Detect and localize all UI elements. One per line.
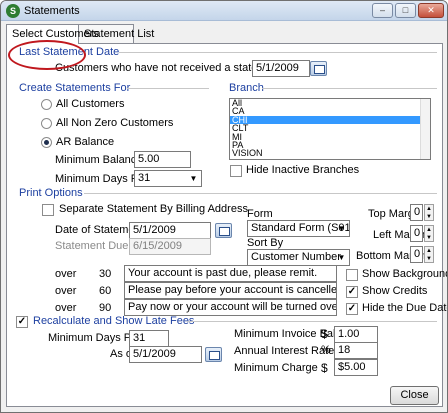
hide-due-date-label: Hide the Due Date — [362, 302, 448, 314]
calendar-icon[interactable] — [215, 223, 232, 238]
all-customers-label: All Customers — [56, 98, 125, 110]
interest-rate-label: Annual Interest Rate — [234, 345, 335, 357]
percent-symbol: % — [321, 344, 331, 356]
sort-by-select[interactable]: Customer Number ▼ — [247, 249, 350, 266]
top-margin-spinner[interactable]: ▲ ▼ — [424, 204, 434, 221]
branch-item-selected[interactable]: CHI — [230, 115, 430, 125]
ar-balance-label: AR Balance — [56, 136, 115, 148]
branch-list[interactable]: All CA CHI CLT MI PA VISION — [229, 98, 431, 160]
due-date-input: 6/15/2009 — [129, 238, 211, 255]
show-background-checkbox[interactable] — [346, 269, 358, 281]
branch-item[interactable]: VISION — [230, 149, 430, 158]
min-days-select[interactable]: 31 ▼ — [134, 170, 202, 187]
branch-item[interactable]: MI — [230, 132, 430, 141]
days-30-label: 30 — [99, 268, 112, 280]
date-of-statement-input[interactable]: 5/1/2009 — [129, 222, 211, 239]
branch-scrollbar[interactable] — [420, 99, 430, 159]
chevron-down-icon: ▼ — [189, 174, 198, 183]
branch-item[interactable]: CLT — [230, 123, 430, 132]
hide-inactive-label: Hide Inactive Branches — [246, 164, 360, 176]
dollar-symbol: $ — [321, 327, 328, 341]
hide-due-date-checkbox[interactable]: ✓ — [346, 303, 358, 315]
sort-by-label: Sort By — [247, 237, 284, 249]
ar-balance-radio[interactable] — [41, 137, 52, 148]
non-zero-customers-radio[interactable] — [41, 118, 52, 129]
interest-rate-input[interactable]: 18 — [334, 342, 378, 359]
branch-item[interactable]: CA — [230, 107, 430, 116]
sort-by-value: Customer Number — [251, 251, 341, 263]
over-label: over — [55, 268, 77, 280]
app-icon: S — [6, 4, 20, 18]
days-60-label: 60 — [99, 285, 112, 297]
divider — [262, 88, 437, 89]
late-min-days-input[interactable]: 31 — [129, 330, 169, 347]
non-zero-customers-label: All Non Zero Customers — [56, 117, 174, 129]
chevron-down-icon: ▼ — [337, 224, 346, 233]
chevron-down-icon: ▼ — [337, 253, 346, 262]
last-statement-date-input[interactable]: 5/1/2009 — [252, 60, 310, 77]
over-label: over — [55, 302, 77, 314]
message-30-input[interactable]: Your account is past due, please remit. — [124, 265, 337, 282]
all-customers-radio[interactable] — [41, 99, 52, 110]
divider — [119, 52, 437, 53]
form-label: Form — [247, 208, 273, 220]
close-window-button[interactable]: ✕ — [418, 3, 444, 18]
form-select[interactable]: Standard Form (S01) ▼ — [247, 220, 350, 237]
select-customers-panel: Last Statement Date Customers who have n… — [6, 43, 447, 407]
top-margin-input[interactable]: 0 — [410, 204, 423, 221]
message-90-input[interactable]: Pay now or your account will be turned o… — [124, 299, 337, 316]
show-credits-checkbox[interactable]: ✓ — [346, 286, 358, 298]
window-title: Statements — [24, 5, 80, 17]
min-invoice-input[interactable]: 1.00 — [334, 326, 378, 343]
branch-section-title: Branch — [229, 82, 264, 94]
branch-item[interactable]: All — [230, 99, 430, 108]
min-balance-input[interactable]: 5.00 — [134, 151, 191, 168]
left-margin-input[interactable]: 0 — [410, 225, 423, 242]
min-balance-label: Minimum Balance — [55, 154, 143, 166]
divider — [84, 193, 437, 194]
separate-by-billing-label: Separate Statement By Billing Address — [59, 203, 248, 215]
min-charge-input[interactable]: $5.00 — [334, 359, 378, 376]
divider — [187, 321, 437, 322]
left-margin-spinner[interactable]: ▲ ▼ — [424, 225, 434, 242]
statements-window: S Statements – □ ✕ Select Customers Stat… — [0, 0, 448, 413]
maximize-button[interactable]: □ — [395, 3, 416, 18]
minimize-button[interactable]: – — [372, 3, 393, 18]
close-button[interactable]: Close — [390, 386, 439, 405]
as-of-input[interactable]: 5/1/2009 — [129, 346, 202, 363]
print-options-section-title: Print Options — [19, 187, 83, 199]
show-background-label: Show Background — [362, 268, 448, 280]
last-statement-section-title: Last Statement Date — [19, 46, 120, 58]
calendar-icon[interactable] — [205, 347, 222, 362]
recalc-late-fees-checkbox[interactable]: ✓ — [16, 316, 28, 328]
show-credits-label: Show Credits — [362, 285, 428, 297]
dollar-symbol: $ — [321, 361, 328, 375]
min-charge-label: Minimum Charge — [234, 362, 318, 374]
divider — [127, 88, 209, 89]
over-label: over — [55, 285, 77, 297]
bottom-margin-spinner[interactable]: ▲ ▼ — [424, 246, 434, 263]
calendar-icon[interactable] — [310, 61, 327, 76]
separate-by-billing-checkbox[interactable] — [42, 204, 54, 216]
title-bar[interactable]: S Statements – □ ✕ — [1, 1, 447, 21]
min-days-value: 31 — [138, 172, 151, 184]
hide-inactive-checkbox[interactable] — [230, 165, 242, 177]
bottom-margin-input[interactable]: 0 — [410, 246, 423, 263]
message-60-input[interactable]: Please pay before your account is cancel… — [124, 282, 337, 299]
create-for-section-title: Create Statements For — [19, 82, 131, 94]
late-fees-section-title: Recalculate and Show Late Fees — [33, 315, 195, 327]
days-90-label: 90 — [99, 302, 112, 314]
tab-select-customers[interactable]: Select Customers — [6, 24, 99, 44]
